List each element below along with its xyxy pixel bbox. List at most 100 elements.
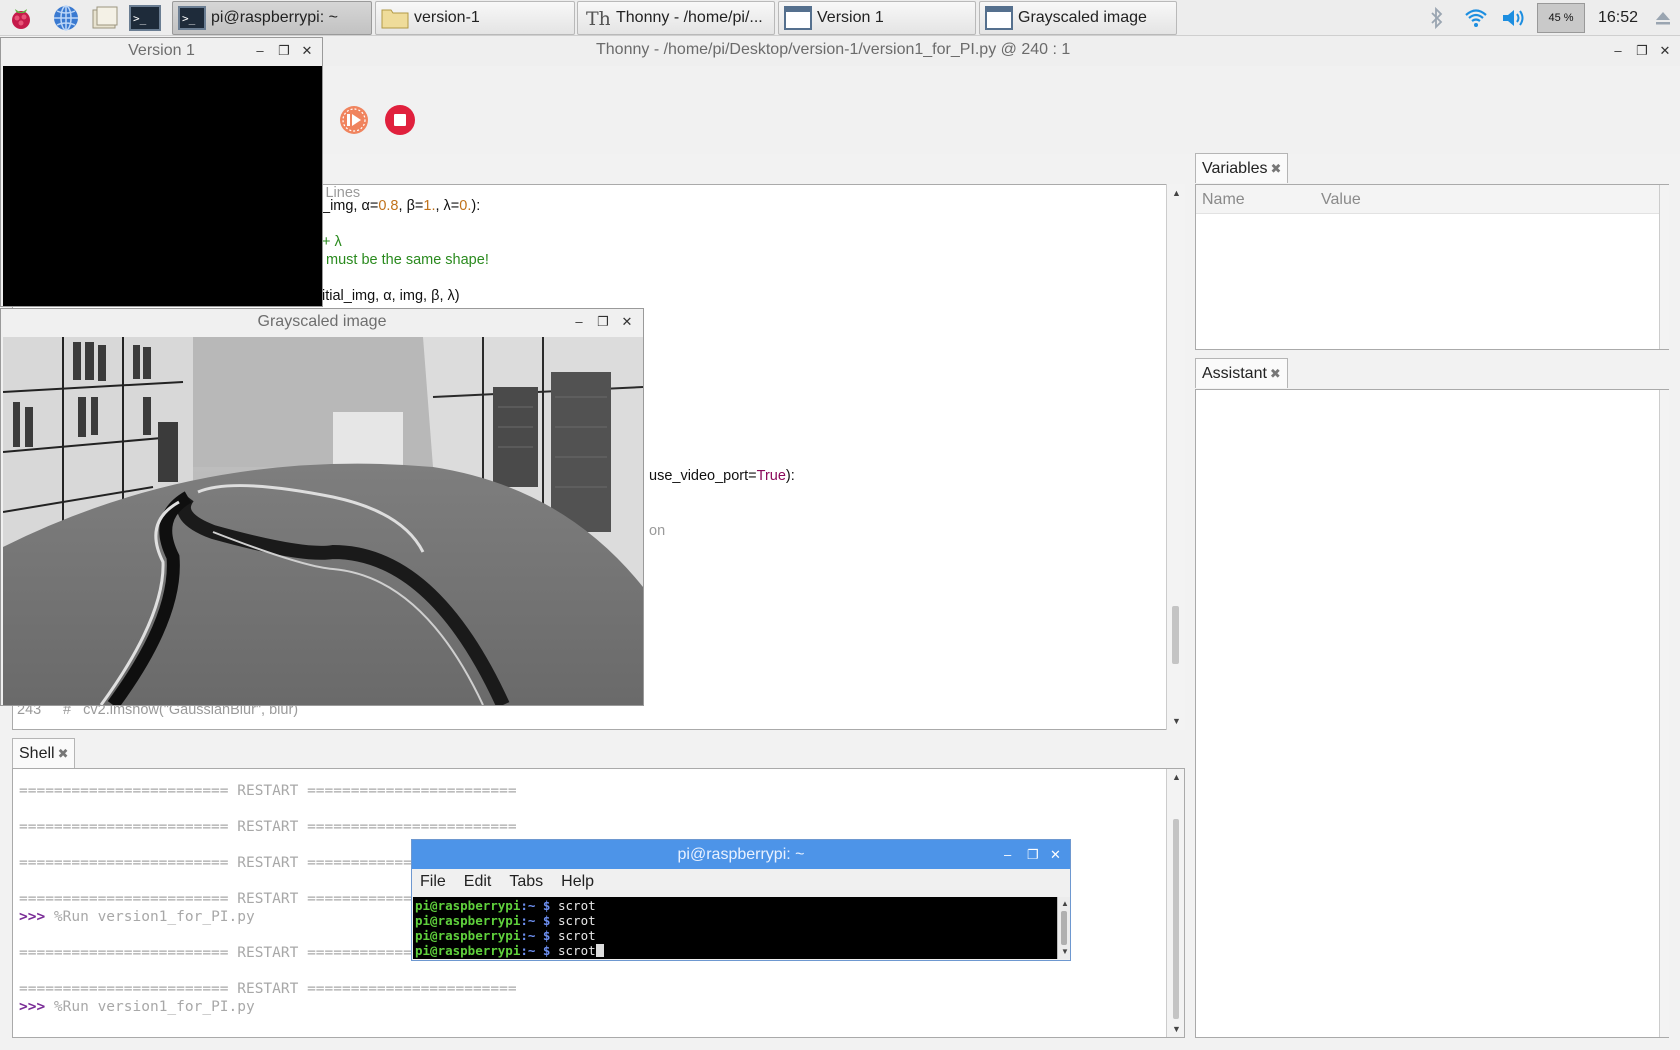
taskbar-item-label: pi@raspberrypi: ~: [211, 9, 338, 26]
taskbar-item-version-1-folder[interactable]: version-1: [375, 1, 575, 35]
raspberry-menu-icon[interactable]: [6, 3, 36, 33]
tab-label: Variables: [1202, 159, 1268, 177]
close-button[interactable]: ✕: [1656, 42, 1674, 60]
maximize-button[interactable]: ❐: [1027, 840, 1039, 869]
terminal-output[interactable]: pi@raspberrypi:~ $ scrot pi@raspberrypi:…: [413, 897, 1057, 959]
shell-scrollbar[interactable]: ▲ ▼: [1166, 769, 1184, 1037]
maximize-button[interactable]: ❐: [595, 313, 611, 331]
variables-header: Name Value: [1196, 185, 1659, 214]
svg-text:Th: Th: [586, 8, 610, 30]
cpu-monitor[interactable]: 45 %: [1536, 0, 1586, 36]
tab-shell[interactable]: Shell ✖: [12, 738, 76, 768]
taskbar-item-label: Thonny - /home/pi/...: [616, 9, 763, 26]
terminal-line: pi@raspberrypi:~ $ scrot: [415, 928, 596, 943]
terminal-line: pi@raspberrypi:~ $ scrot: [415, 913, 596, 928]
taskbar-item-terminal[interactable]: >_ pi@raspberrypi: ~: [172, 1, 372, 35]
shell-line: ======================== RESTART =======…: [19, 981, 517, 997]
scrollbar-thumb[interactable]: [1173, 819, 1179, 1019]
taskbar-item-thonny[interactable]: Th Thonny - /home/pi/...: [577, 1, 775, 35]
taskbar-item-label: version-1: [414, 9, 480, 26]
resume-icon: [340, 106, 368, 134]
menu-file[interactable]: File: [420, 873, 446, 891]
window-title: Version 1: [128, 42, 195, 59]
shell-line: ======================== RESTART =======…: [19, 819, 517, 835]
taskbar-item-grayscaled-window[interactable]: Grayscaled image: [979, 1, 1177, 35]
menu-edit[interactable]: Edit: [464, 873, 492, 891]
stop-icon: [385, 105, 415, 135]
menu-tabs[interactable]: Tabs: [509, 873, 543, 891]
thonny-toolbar: [300, 66, 1680, 154]
code-line: on: [649, 523, 666, 539]
video-frame: [3, 66, 322, 306]
code-line: + λ: [322, 234, 342, 250]
cursor: [595, 944, 604, 957]
minimize-button[interactable]: –: [1609, 42, 1627, 60]
terminal-launcher-icon[interactable]: >_: [128, 3, 162, 33]
scroll-down-arrow[interactable]: ▼: [1172, 716, 1181, 726]
scroll-up-arrow[interactable]: ▲: [1172, 772, 1181, 782]
file-manager-icon[interactable]: [90, 3, 120, 33]
tab-variables[interactable]: Variables ✖: [1195, 153, 1289, 183]
scroll-down-arrow[interactable]: ▼: [1172, 1024, 1181, 1034]
close-button[interactable]: ✕: [1050, 840, 1061, 869]
scrollbar-thumb[interactable]: [1172, 606, 1179, 664]
taskbar-item-label: Grayscaled image: [1018, 9, 1147, 26]
window-icon: [984, 5, 1014, 31]
clock[interactable]: 16:52: [1590, 0, 1646, 36]
taskbar-item-label: Version 1: [817, 9, 884, 26]
tab-assistant[interactable]: Assistant ✖: [1195, 358, 1288, 388]
minimize-button[interactable]: –: [252, 42, 268, 60]
version1-window[interactable]: Version 1 – ❐ ✕: [0, 37, 323, 307]
close-tab-icon[interactable]: ✖: [58, 746, 69, 762]
variables-panel[interactable]: Name Value: [1195, 184, 1669, 350]
terminal-menubar: File Edit Tabs Help: [420, 873, 594, 891]
terminal-icon: >_: [177, 5, 207, 31]
close-button[interactable]: ✕: [299, 42, 315, 60]
shell-run-line: >>> %Run version1_for_PI.py: [19, 999, 255, 1015]
scroll-up-arrow[interactable]: ▲: [1172, 188, 1181, 198]
grayscale-camera-image: [3, 337, 643, 705]
editor-scrollbar[interactable]: ▲ ▼: [1166, 184, 1185, 730]
scroll-down-arrow[interactable]: ▼: [1061, 947, 1069, 956]
window-title: pi@raspberrypi: ~: [677, 846, 805, 863]
folder-icon: [380, 5, 410, 31]
terminal-scrollbar[interactable]: ▲ ▼: [1057, 897, 1070, 959]
taskbar-item-version-1-window[interactable]: Version 1: [778, 1, 976, 35]
scroll-up-arrow[interactable]: ▲: [1061, 899, 1069, 908]
column-header-name[interactable]: Name: [1202, 191, 1245, 209]
terminal-window[interactable]: pi@raspberrypi: ~ – ❐ ✕ File Edit Tabs H…: [411, 839, 1071, 961]
resume-button[interactable]: [338, 104, 370, 141]
code-line: _img, α=0.8, β=1., λ=0.):: [322, 198, 481, 214]
menu-help[interactable]: Help: [561, 873, 594, 891]
bluetooth-icon[interactable]: [1426, 0, 1448, 36]
scrollbar-thumb[interactable]: [1061, 911, 1067, 945]
maximize-button[interactable]: ❐: [1633, 42, 1651, 60]
shell-line: ======================== RESTART =======…: [19, 783, 517, 799]
thonny-titlebar[interactable]: Thonny - /home/pi/Desktop/version-1/vers…: [300, 36, 1680, 66]
wifi-icon[interactable]: [1462, 0, 1490, 36]
thonny-title: Thonny - /home/pi/Desktop/version-1/vers…: [596, 41, 1071, 58]
volume-icon[interactable]: [1499, 0, 1529, 36]
taskbar: >_ >_ pi@raspberrypi: ~ version-1 Th Tho…: [0, 0, 1680, 36]
close-button[interactable]: ✕: [619, 313, 635, 331]
minimize-button[interactable]: –: [1004, 840, 1011, 869]
minimize-button[interactable]: –: [571, 313, 587, 331]
grayscaled-window[interactable]: Grayscaled image – ❐ ✕: [0, 308, 644, 706]
assistant-scrollbar[interactable]: [1659, 390, 1669, 1037]
window-icon: [783, 5, 813, 31]
assistant-panel[interactable]: [1195, 389, 1669, 1038]
close-tab-icon[interactable]: ✖: [1270, 366, 1281, 382]
browser-icon[interactable]: [51, 3, 81, 33]
variables-scrollbar[interactable]: [1659, 185, 1669, 349]
terminal-line: pi@raspberrypi:~ $ scrot: [415, 898, 596, 913]
maximize-button[interactable]: ❐: [276, 42, 292, 60]
terminal-titlebar[interactable]: pi@raspberrypi: ~ – ❐ ✕: [412, 840, 1070, 869]
code-line: use_video_port=True):: [649, 468, 795, 484]
tab-label: Assistant: [1202, 364, 1267, 382]
eject-icon[interactable]: [1652, 0, 1674, 36]
cpu-usage-label: 45 %: [1537, 3, 1585, 33]
shell-run-line: >>> %Run version1_for_PI.py: [19, 909, 255, 925]
stop-button[interactable]: [384, 104, 416, 141]
column-header-value[interactable]: Value: [1321, 191, 1361, 209]
close-tab-icon[interactable]: ✖: [1271, 161, 1282, 177]
